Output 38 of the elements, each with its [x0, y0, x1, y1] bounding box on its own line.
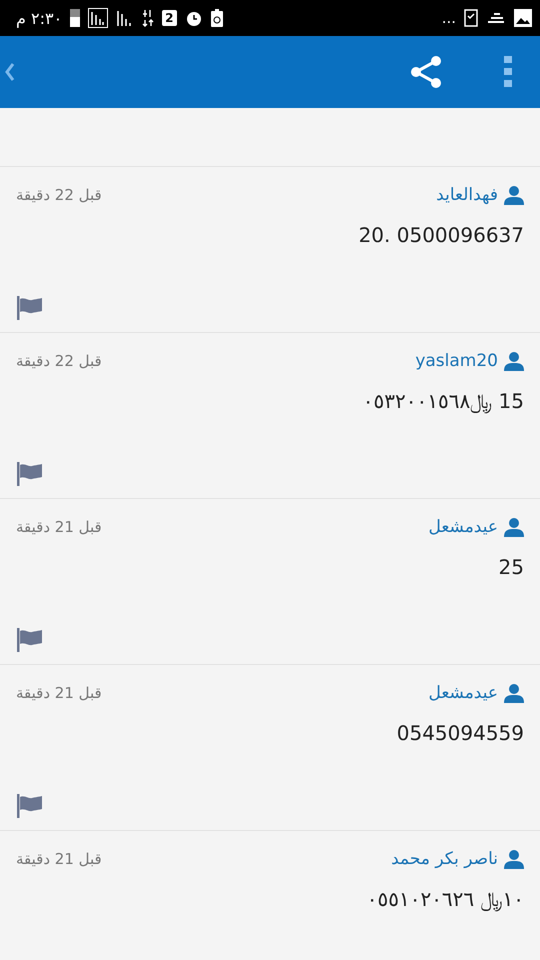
comment-time: قبل 21 دقيقة — [16, 518, 102, 536]
alarm-icon — [184, 9, 203, 27]
comment-text: 20. 0500096637 — [358, 223, 524, 247]
author-link[interactable]: yaslam20 — [415, 351, 524, 371]
more-notifications: ... — [442, 9, 456, 27]
author-link[interactable]: عيدمشعل — [428, 683, 524, 703]
flag-icon[interactable] — [16, 296, 44, 320]
menu-icon[interactable] — [504, 56, 512, 88]
flag-icon[interactable] — [16, 794, 44, 818]
clock-time: ٢:٣٠ م — [16, 8, 62, 28]
share-icon[interactable] — [408, 54, 444, 90]
author-link[interactable]: عيدمشعل — [428, 517, 524, 537]
user-icon — [504, 683, 524, 703]
user-icon — [504, 517, 524, 537]
swoosh-icon — [486, 12, 506, 24]
author-link[interactable]: ناصر بكر محمد — [391, 849, 524, 869]
battery-saver-icon — [210, 9, 223, 27]
user-icon — [504, 351, 524, 371]
back-icon[interactable] — [4, 62, 16, 82]
comment-time: قبل 22 دقيقة — [16, 186, 102, 204]
comment-time: قبل 21 دقيقة — [16, 684, 102, 702]
sim-badge: 2 — [162, 10, 177, 26]
battery-icon — [70, 9, 80, 27]
checklist-icon — [464, 9, 478, 27]
image-icon — [514, 9, 532, 27]
flag-icon[interactable] — [16, 628, 44, 652]
comment-text: 15 ﷼٠٥٣٢٠٠١٥٦٨ — [362, 389, 524, 413]
comment-text: 25 — [498, 555, 524, 579]
comment-text: 0545094559 — [396, 721, 524, 745]
signal-icon — [88, 8, 108, 28]
comment-time: قبل 21 دقيقة — [16, 850, 102, 868]
comment-text: ١٠﷼ ٠٥٥١٠٢٠٦٢٦ — [366, 887, 524, 911]
comment-time: قبل 22 دقيقة — [16, 352, 102, 370]
data-arrows-icon — [142, 9, 154, 27]
user-icon — [504, 849, 524, 869]
user-icon — [504, 185, 524, 205]
flag-icon[interactable] — [16, 462, 44, 486]
author-link[interactable]: فهدالعايد — [436, 185, 524, 205]
